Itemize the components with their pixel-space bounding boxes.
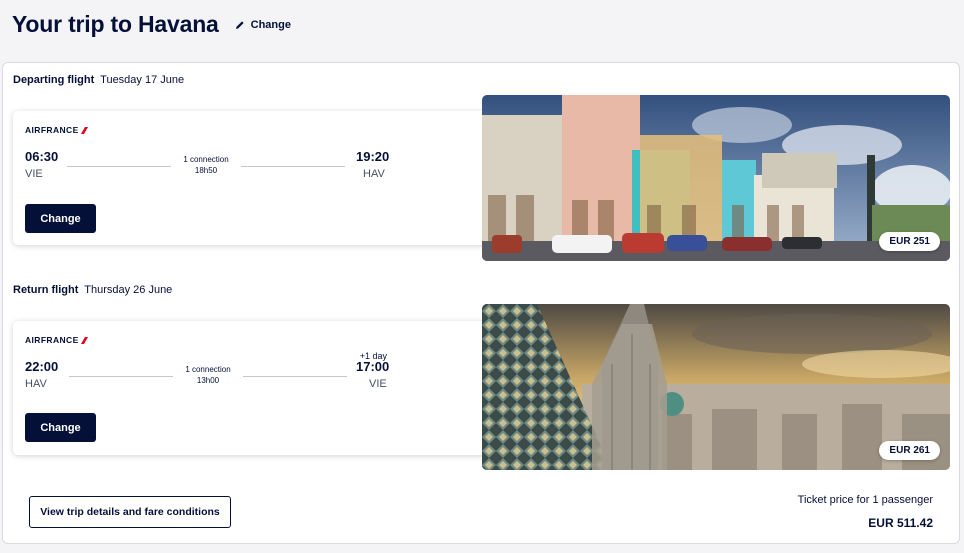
return-flight-card: AIRFRANCE 22:00 HAV 1 connection 13h00 +… [13, 321, 493, 455]
route-line-right [241, 166, 345, 167]
connection-info: 1 connection 13h00 [173, 364, 243, 386]
departure-airport: VIE [25, 168, 43, 180]
departing-flight-heading: Departing flight Tuesday 17 June [13, 74, 184, 86]
departing-price-badge: EUR 251 [879, 232, 940, 251]
arrival-time: 19:20 [356, 149, 390, 164]
flight-duration: 13h00 [196, 376, 220, 385]
change-destination-label: Change [250, 19, 291, 31]
airline-logo: AIRFRANCE [25, 335, 89, 345]
departing-flight-date: Tuesday 17 June [100, 74, 185, 86]
page-header: Your trip to Havana Change [12, 8, 291, 40]
airfrance-stripe-icon [81, 337, 89, 343]
havana-street-photo: EUR 251 [482, 95, 950, 261]
arrival-airport: HAV [363, 168, 385, 180]
connection-count: 1 connection [185, 365, 231, 374]
airline-name: AIRFRANCE [25, 335, 79, 345]
airfrance-stripe-icon [81, 127, 89, 133]
arrival-time: 17:00 [356, 359, 390, 374]
return-flight-heading: Return flight Thursday 26 June [13, 284, 172, 296]
departure-airport: HAV [25, 378, 47, 390]
ticket-price-label: Ticket price for 1 passenger [797, 494, 933, 506]
return-flight-date: Thursday 26 June [84, 284, 173, 296]
airline-logo: AIRFRANCE [25, 125, 89, 135]
route-line-left [67, 166, 171, 167]
total-price: EUR 511.42 [868, 516, 933, 530]
trip-panel: Departing flight Tuesday 17 June AIRFRAN… [2, 62, 960, 544]
change-departing-flight-button[interactable]: Change [25, 204, 96, 233]
change-return-flight-button[interactable]: Change [25, 413, 96, 442]
airline-name: AIRFRANCE [25, 125, 79, 135]
view-trip-details-button[interactable]: View trip details and fare conditions [29, 496, 231, 528]
departing-flight-label: Departing flight [13, 74, 95, 86]
vienna-cathedral-photo: EUR 261 [482, 304, 950, 470]
connection-info: 1 connection 18h50 [171, 154, 241, 176]
pencil-icon [235, 21, 244, 29]
return-flight-label: Return flight [13, 284, 79, 296]
flight-duration: 18h50 [194, 166, 218, 175]
route-line-right [243, 376, 347, 377]
departing-flight-card: AIRFRANCE 06:30 VIE 1 connection 18h50 1… [13, 111, 493, 245]
departure-time: 22:00 [25, 359, 59, 374]
connection-count: 1 connection [183, 155, 229, 164]
change-destination-link[interactable]: Change [235, 19, 291, 31]
arrival-airport: VIE [369, 378, 387, 390]
route-line-left [69, 376, 173, 377]
page-title: Your trip to Havana [12, 10, 219, 37]
departure-time: 06:30 [25, 149, 59, 164]
return-price-badge: EUR 261 [879, 441, 940, 460]
